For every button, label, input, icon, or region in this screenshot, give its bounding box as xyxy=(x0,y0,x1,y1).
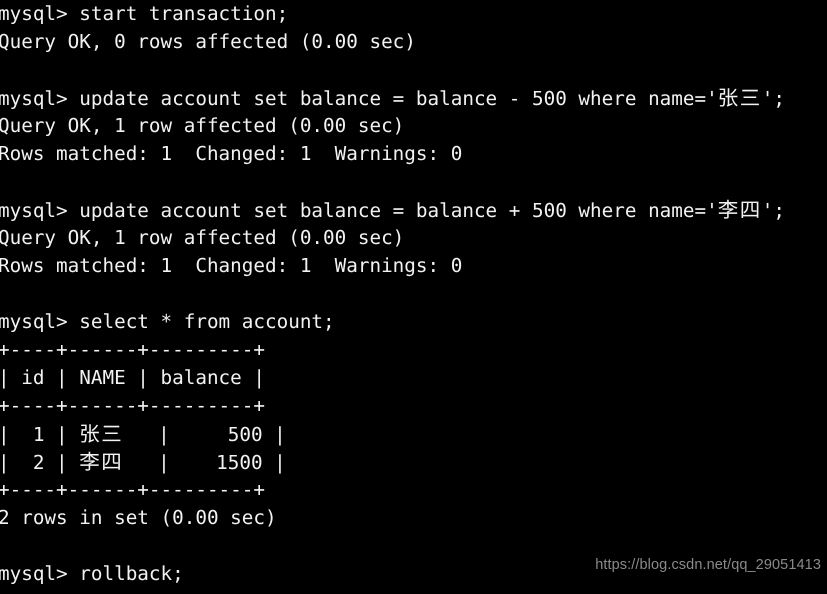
sql-update-lisi-prefix: mysql> update account set balance = bala… xyxy=(0,199,718,222)
result-table-border-top: +----+------+---------+ xyxy=(0,338,265,361)
result-table-row: | 2 | 李四 | 1500 | xyxy=(0,448,827,476)
sql-update-zhangsan-suffix: '; xyxy=(761,87,785,110)
terminal-line-rows-matched-lisi: Rows matched: 1 Changed: 1 Warnings: 0 xyxy=(0,254,463,277)
row-2-balance-cell: | 1500 | xyxy=(123,451,286,474)
terminal-line-cmd-update-lisi: mysql> update account set balance = bala… xyxy=(0,196,827,224)
row-1-name-cell: 张三 xyxy=(79,422,124,446)
terminal-line-result-select-account: 2 rows in set (0.00 sec) xyxy=(0,506,277,529)
row-2-id-cell: | 2 | xyxy=(0,451,80,474)
terminal-line-result-update-lisi: Query OK, 1 row affected (0.00 sec) xyxy=(0,226,405,249)
result-table-row: | 1 | 张三 | 500 | xyxy=(0,420,827,448)
result-table-border-bottom: +----+------+---------+ xyxy=(0,478,265,501)
result-table-header: | id | NAME | balance | xyxy=(0,366,265,389)
row-1-balance-cell: | 500 | xyxy=(123,423,286,446)
watermark-url: https://blog.csdn.net/qq_29051413 xyxy=(595,557,821,573)
sql-update-zhangsan-prefix: mysql> update account set balance = bala… xyxy=(0,87,718,110)
terminal-line-cmd-update-zhangsan: mysql> update account set balance = bala… xyxy=(0,84,827,112)
account-name-zhangsan: 张三 xyxy=(717,86,762,110)
account-name-lisi: 李四 xyxy=(717,198,762,222)
row-2-name-cell: 李四 xyxy=(79,450,124,474)
terminal-window[interactable]: mysql> start transaction; Query OK, 0 ro… xyxy=(0,0,827,594)
terminal-line-result-start-transaction: Query OK, 0 rows affected (0.00 sec) xyxy=(0,30,416,53)
terminal-line-cmd-select-account: mysql> select * from account; xyxy=(0,310,335,333)
terminal-line-result-update-zhangsan: Query OK, 1 row affected (0.00 sec) xyxy=(0,114,405,137)
result-table-border-mid: +----+------+---------+ xyxy=(0,394,265,417)
row-1-id-cell: | 1 | xyxy=(0,423,80,446)
sql-update-lisi-suffix: '; xyxy=(761,199,785,222)
terminal-line-cmd-start-transaction: mysql> start transaction; xyxy=(0,2,289,25)
terminal-line-rows-matched-zhangsan: Rows matched: 1 Changed: 1 Warnings: 0 xyxy=(0,142,463,165)
